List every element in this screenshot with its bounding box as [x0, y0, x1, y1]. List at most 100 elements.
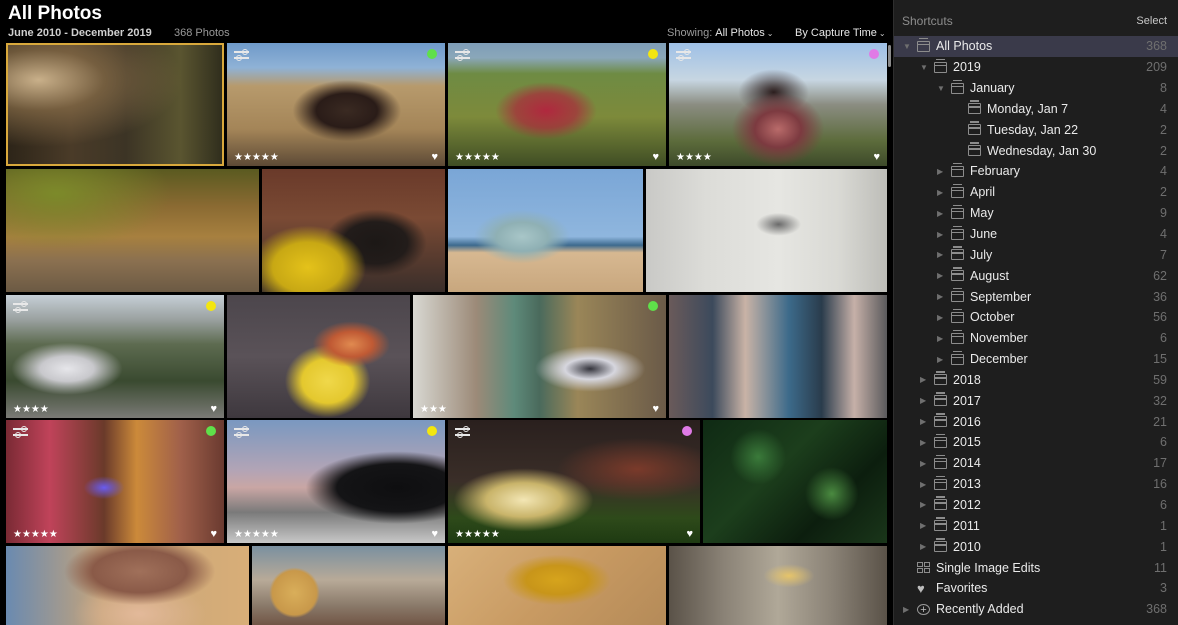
- sidebar-item-label: 2018: [953, 372, 981, 387]
- sidebar-item-2019[interactable]: ▼ 2019 209: [894, 57, 1178, 78]
- photo-thumbnail[interactable]: [448, 169, 643, 292]
- disclosure-collapsed-icon[interactable]: ▶: [937, 188, 943, 197]
- sidebar-item-november[interactable]: ▶ November 6: [894, 328, 1178, 349]
- disclosure-collapsed-icon[interactable]: ▶: [920, 438, 926, 447]
- photo-thumbnail[interactable]: [252, 546, 445, 625]
- sidebar-item-september[interactable]: ▶ September 36: [894, 286, 1178, 307]
- scrollbar-thumb[interactable]: [888, 45, 891, 67]
- sidebar-item-tuesday-jan-22[interactable]: Tuesday, Jan 22 2: [894, 119, 1178, 140]
- photo-thumbnail[interactable]: ★★★★ ♥: [6, 295, 224, 418]
- select-button[interactable]: Select: [1136, 15, 1167, 27]
- sidebar-item-june[interactable]: ▶ June 4: [894, 224, 1178, 245]
- sidebar-item-december[interactable]: ▶ December 15: [894, 349, 1178, 370]
- photo-thumbnail[interactable]: ★★★★★ ♥: [227, 420, 445, 543]
- sidebar-item-label: Monday, Jan 7: [987, 101, 1069, 116]
- disclosure-collapsed-icon[interactable]: ▶: [937, 292, 943, 301]
- sidebar-item-october[interactable]: ▶ October 56: [894, 307, 1178, 328]
- sidebar-item-label: September: [970, 289, 1032, 304]
- star-rating[interactable]: ★★★: [420, 404, 447, 415]
- photo-thumbnail[interactable]: [703, 420, 887, 543]
- sidebar-item-2012[interactable]: ▶ 2012 6: [894, 495, 1178, 516]
- photo-thumbnail[interactable]: [6, 169, 259, 292]
- sidebar-item-label: 2014: [953, 456, 981, 471]
- sidebar-item-recently-added[interactable]: ▶ + Recently Added 368: [894, 599, 1178, 620]
- sidebar-item-2013[interactable]: ▶ 2013 16: [894, 474, 1178, 495]
- sidebar-item-favorites[interactable]: ♥ Favorites 3: [894, 578, 1178, 599]
- disclosure-expanded-icon[interactable]: ▼: [920, 63, 928, 72]
- sidebar-item-2014[interactable]: ▶ 2014 17: [894, 453, 1178, 474]
- showing-value: All Photos: [715, 27, 765, 39]
- disclosure-collapsed-icon[interactable]: ▶: [920, 396, 926, 405]
- favorite-heart-icon[interactable]: ♥: [210, 528, 217, 540]
- favorite-heart-icon[interactable]: ♥: [652, 403, 659, 415]
- photo-thumbnail[interactable]: ★★★ ♥: [413, 295, 666, 418]
- sidebar-item-2016[interactable]: ▶ 2016 21: [894, 411, 1178, 432]
- star-rating[interactable]: ★★★★★: [455, 529, 500, 540]
- disclosure-collapsed-icon[interactable]: ▶: [937, 209, 943, 218]
- star-rating[interactable]: ★★★★★: [234, 152, 279, 163]
- sidebar-item-august[interactable]: ▶ August 62: [894, 265, 1178, 286]
- sidebar-item-all-photos[interactable]: ▼ All Photos 368: [894, 36, 1178, 57]
- sidebar-item-january[interactable]: ▼ January 8: [894, 78, 1178, 99]
- photo-thumbnail[interactable]: [227, 295, 410, 418]
- disclosure-collapsed-icon[interactable]: ▶: [903, 605, 909, 614]
- disclosure-expanded-icon[interactable]: ▼: [937, 84, 945, 93]
- photo-thumbnail[interactable]: [262, 169, 445, 292]
- disclosure-collapsed-icon[interactable]: ▶: [920, 459, 926, 468]
- sidebar-item-2017[interactable]: ▶ 2017 32: [894, 390, 1178, 411]
- sidebar-item-count: 32: [1153, 393, 1167, 408]
- star-rating[interactable]: ★★★★★: [234, 529, 279, 540]
- sidebar-item-wednesday-jan-30[interactable]: Wednesday, Jan 30 2: [894, 140, 1178, 161]
- showing-filter-dropdown[interactable]: Showing: All Photos ⌄: [667, 27, 774, 39]
- star-rating[interactable]: ★★★★: [676, 152, 712, 163]
- disclosure-collapsed-icon[interactable]: ▶: [920, 417, 926, 426]
- disclosure-collapsed-icon[interactable]: ▶: [920, 375, 926, 384]
- favorite-heart-icon[interactable]: ♥: [210, 403, 217, 415]
- sidebar-item-july[interactable]: ▶ July 7: [894, 244, 1178, 265]
- sidebar-item-may[interactable]: ▶ May 9: [894, 203, 1178, 224]
- star-rating[interactable]: ★★★★★: [13, 529, 58, 540]
- photo-thumbnail[interactable]: [669, 295, 887, 418]
- sidebar-item-2011[interactable]: ▶ 2011 1: [894, 515, 1178, 536]
- sidebar-item-april[interactable]: ▶ April 2: [894, 182, 1178, 203]
- photo-thumbnail[interactable]: [669, 546, 887, 625]
- favorite-heart-icon[interactable]: ♥: [431, 528, 438, 540]
- disclosure-collapsed-icon[interactable]: ▶: [937, 355, 943, 364]
- favorite-heart-icon[interactable]: ♥: [686, 528, 693, 540]
- sidebar-item-february[interactable]: ▶ February 4: [894, 161, 1178, 182]
- photo-thumbnail[interactable]: ★★★★ ♥: [669, 43, 887, 166]
- disclosure-expanded-icon[interactable]: ▼: [903, 42, 911, 51]
- disclosure-collapsed-icon[interactable]: ▶: [937, 313, 943, 322]
- photo-thumbnail[interactable]: ★★★★★ ♥: [227, 43, 445, 166]
- sidebar-item-monday-jan-7[interactable]: Monday, Jan 7 4: [894, 99, 1178, 120]
- sidebar-item-single-image-edits[interactable]: Single Image Edits 11: [894, 557, 1178, 578]
- photo-thumbnail[interactable]: [448, 546, 666, 625]
- photo-thumbnail[interactable]: [646, 169, 887, 292]
- star-rating[interactable]: ★★★★: [13, 404, 49, 415]
- photo-thumbnail[interactable]: ★★★★★ ♥: [6, 420, 224, 543]
- photo-thumbnail[interactable]: ★★★★★ ♥: [448, 420, 700, 543]
- photo-thumbnail[interactable]: ★★★★★ ♥: [448, 43, 666, 166]
- sidebar-item-2010[interactable]: ▶ 2010 1: [894, 536, 1178, 557]
- sidebar-item-2015[interactable]: ▶ 2015 6: [894, 432, 1178, 453]
- sort-dropdown[interactable]: By Capture Time ⌄: [795, 27, 886, 39]
- disclosure-collapsed-icon[interactable]: ▶: [920, 542, 926, 551]
- adjustments-icon: [455, 425, 470, 438]
- photo-thumbnail[interactable]: [6, 546, 249, 625]
- disclosure-collapsed-icon[interactable]: ▶: [920, 521, 926, 530]
- favorite-heart-icon[interactable]: ♥: [652, 151, 659, 163]
- star-rating[interactable]: ★★★★★: [455, 152, 500, 163]
- disclosure-collapsed-icon[interactable]: ▶: [937, 271, 943, 280]
- grid-scrollbar[interactable]: [887, 43, 892, 625]
- favorite-heart-icon[interactable]: ♥: [431, 151, 438, 163]
- favorite-heart-icon[interactable]: ♥: [873, 151, 880, 163]
- disclosure-collapsed-icon[interactable]: ▶: [937, 334, 943, 343]
- sidebar-item-2018[interactable]: ▶ 2018 59: [894, 370, 1178, 391]
- disclosure-collapsed-icon[interactable]: ▶: [937, 167, 943, 176]
- sidebar-item-label: 2011: [953, 518, 980, 533]
- photo-thumbnail[interactable]: [6, 43, 224, 166]
- disclosure-collapsed-icon[interactable]: ▶: [937, 230, 943, 239]
- disclosure-collapsed-icon[interactable]: ▶: [920, 480, 926, 489]
- disclosure-collapsed-icon[interactable]: ▶: [937, 250, 943, 259]
- disclosure-collapsed-icon[interactable]: ▶: [920, 500, 926, 509]
